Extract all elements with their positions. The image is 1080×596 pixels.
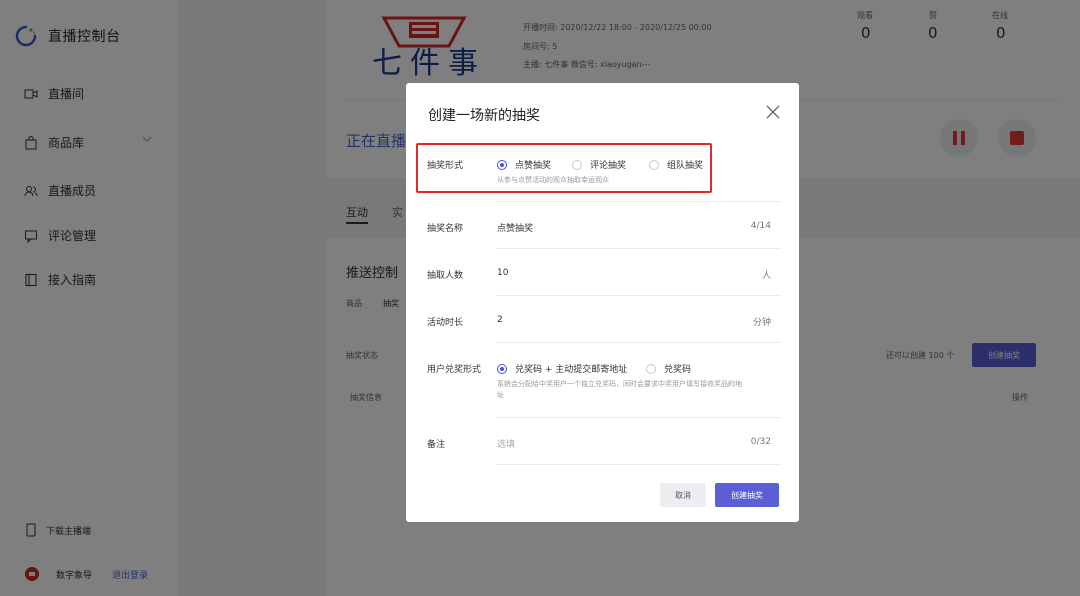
cancel-button[interactable]: 取消 bbox=[660, 483, 706, 507]
radio-label: 兑奖码 bbox=[664, 365, 692, 375]
radio-redeem-code-address[interactable]: 兑奖码 + 主动提交邮寄地址 bbox=[497, 362, 627, 375]
radio-redeem-code[interactable]: 兑奖码 bbox=[646, 362, 691, 375]
radio-comment-lottery[interactable]: 评论抽奖 bbox=[572, 158, 626, 171]
radio-dot-selected bbox=[497, 159, 507, 170]
redeem-label: 用户兑奖形式 bbox=[427, 365, 482, 375]
divider bbox=[496, 295, 781, 296]
radio-label: 点赞抽奖 bbox=[515, 161, 552, 171]
radio-label: 评论抽奖 bbox=[590, 161, 627, 171]
radio-team-lottery[interactable]: 组队抽奖 bbox=[649, 158, 703, 171]
lottery-name-label: 抽奖名称 bbox=[427, 224, 464, 234]
divider bbox=[496, 464, 781, 465]
lottery-name-input[interactable]: 点赞抽奖 bbox=[497, 221, 533, 234]
remark-input[interactable]: 选填 bbox=[497, 437, 515, 450]
divider bbox=[496, 342, 781, 343]
winner-count-label: 抽取人数 bbox=[427, 271, 464, 281]
lottery-name-counter: 4/14 bbox=[750, 221, 771, 231]
radio-dot-selected bbox=[497, 363, 507, 374]
remark-label: 备注 bbox=[427, 440, 446, 450]
modal-title: 创建一场新的抽奖 bbox=[428, 108, 540, 124]
lottery-type-label: 抽奖形式 bbox=[427, 161, 464, 171]
radio-label: 兑奖码 + 主动提交邮寄地址 bbox=[515, 365, 628, 375]
redeem-hint: 系统会分配给中奖用户一个独立兑奖码，同时会要求中奖用户填写接收奖品的地址 bbox=[497, 380, 742, 399]
create-lottery-modal: 创建一场新的抽奖 抽奖形式 点赞抽奖 评论抽奖 组队抽奖 从参与点赞活动的观众抽… bbox=[406, 83, 799, 522]
radio-like-lottery[interactable]: 点赞抽奖 bbox=[497, 158, 551, 171]
divider bbox=[496, 201, 781, 202]
radio-dot bbox=[646, 363, 656, 374]
duration-label: 活动时长 bbox=[427, 318, 464, 328]
remark-counter: 0/32 bbox=[750, 437, 771, 447]
lottery-type-hint: 从参与点赞活动的观众抽取幸运观众 bbox=[497, 176, 609, 184]
radio-dot bbox=[649, 159, 659, 170]
radio-label: 组队抽奖 bbox=[667, 161, 704, 171]
create-lottery-button[interactable]: 创建抽奖 bbox=[715, 483, 779, 507]
duration-input[interactable]: 2 bbox=[497, 315, 503, 325]
close-icon[interactable] bbox=[766, 105, 780, 119]
radio-dot bbox=[572, 159, 582, 170]
divider bbox=[496, 248, 781, 249]
divider bbox=[496, 417, 781, 418]
winner-count-unit: 人 bbox=[761, 271, 771, 281]
winner-count-input[interactable]: 10 bbox=[497, 268, 508, 278]
duration-unit: 分钟 bbox=[752, 318, 771, 328]
